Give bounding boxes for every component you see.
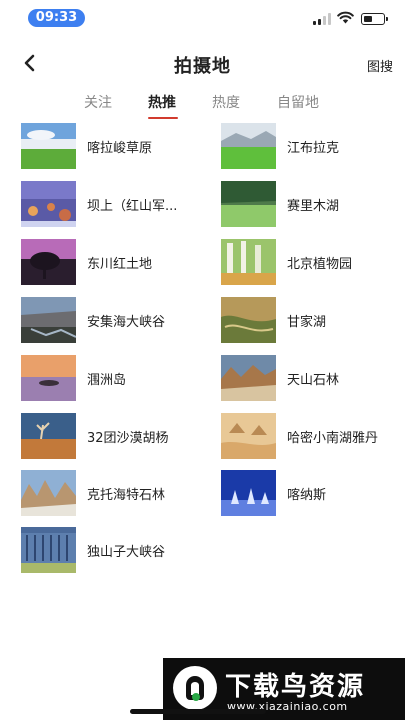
place-thumbnail (21, 355, 76, 401)
place-thumbnail (221, 297, 276, 343)
place-name: 东川红土地 (87, 257, 153, 272)
list-item[interactable]: 喀拉峻草原 (21, 123, 211, 169)
signal-icon (313, 13, 331, 25)
place-thumbnail (21, 470, 76, 516)
place-name: 甘家湖 (287, 315, 327, 330)
home-indicator[interactable] (130, 709, 266, 714)
list-item[interactable]: 克托海特石林 (21, 470, 211, 516)
place-name: 江布拉克 (287, 141, 340, 156)
place-thumbnail (221, 355, 276, 401)
list-item[interactable]: 喀纳斯 (221, 470, 405, 516)
place-thumbnail (21, 123, 76, 169)
list-item[interactable]: 天山石林 (221, 355, 405, 401)
status-time: 09:33 (28, 9, 85, 27)
list-item[interactable]: 安集海大峡谷 (21, 297, 211, 343)
place-thumbnail (221, 239, 276, 285)
list-item[interactable]: 赛里木湖 (221, 181, 405, 227)
tab-follow[interactable]: 关注 (84, 92, 112, 112)
place-name: 天山石林 (287, 373, 340, 388)
place-name: 喀纳斯 (287, 488, 327, 503)
page-title: 拍摄地 (174, 56, 231, 77)
tab-my-spots[interactable]: 自留地 (277, 92, 319, 112)
status-bar: 09:33 (0, 0, 405, 36)
place-name: 北京植物园 (287, 257, 353, 272)
list-item[interactable]: 哈密小南湖雅丹 (221, 413, 405, 459)
place-thumbnail (21, 297, 76, 343)
battery-icon (361, 13, 388, 25)
place-thumbnail (21, 239, 76, 285)
list-item[interactable]: 独山子大峡谷 (21, 527, 211, 573)
bird-logo-icon (173, 666, 217, 710)
list-item[interactable]: 北京植物园 (221, 239, 405, 285)
place-name: 32团沙漠胡杨 (87, 431, 169, 446)
place-name: 哈密小南湖雅丹 (287, 431, 379, 446)
list-item[interactable]: 江布拉克 (221, 123, 405, 169)
tab-popularity[interactable]: 热度 (212, 92, 240, 112)
tab-hot-recommend[interactable]: 热推 (148, 92, 176, 112)
list-item[interactable]: 32团沙漠胡杨 (21, 413, 211, 459)
list-item[interactable]: 坝上（红山军... (21, 181, 211, 227)
watermark-title: 下载鸟资源 (225, 672, 366, 702)
place-thumbnail (21, 413, 76, 459)
place-name: 安集海大峡谷 (87, 315, 166, 330)
place-thumbnail (221, 181, 276, 227)
place-thumbnail (221, 470, 276, 516)
place-name: 坝上（红山军... (87, 199, 178, 214)
nav-header: 拍摄地 图搜 (0, 44, 405, 84)
place-thumbnail (21, 527, 76, 573)
list-item[interactable]: 甘家湖 (221, 297, 405, 343)
place-name: 克托海特石林 (87, 488, 166, 503)
wifi-icon (337, 11, 354, 24)
place-thumbnail (221, 123, 276, 169)
image-search-button[interactable]: 图搜 (367, 56, 393, 75)
place-thumbnail (21, 181, 76, 227)
active-tab-indicator (148, 117, 178, 119)
place-name: 涠洲岛 (87, 373, 127, 388)
place-thumbnail (221, 413, 276, 459)
place-name: 独山子大峡谷 (87, 545, 166, 560)
place-name: 喀拉峻草原 (87, 141, 153, 156)
list-item[interactable]: 涠洲岛 (21, 355, 211, 401)
place-name: 赛里木湖 (287, 199, 340, 214)
list-item[interactable]: 东川红土地 (21, 239, 211, 285)
category-tabs: 关注 热推 热度 自留地 (0, 92, 405, 122)
